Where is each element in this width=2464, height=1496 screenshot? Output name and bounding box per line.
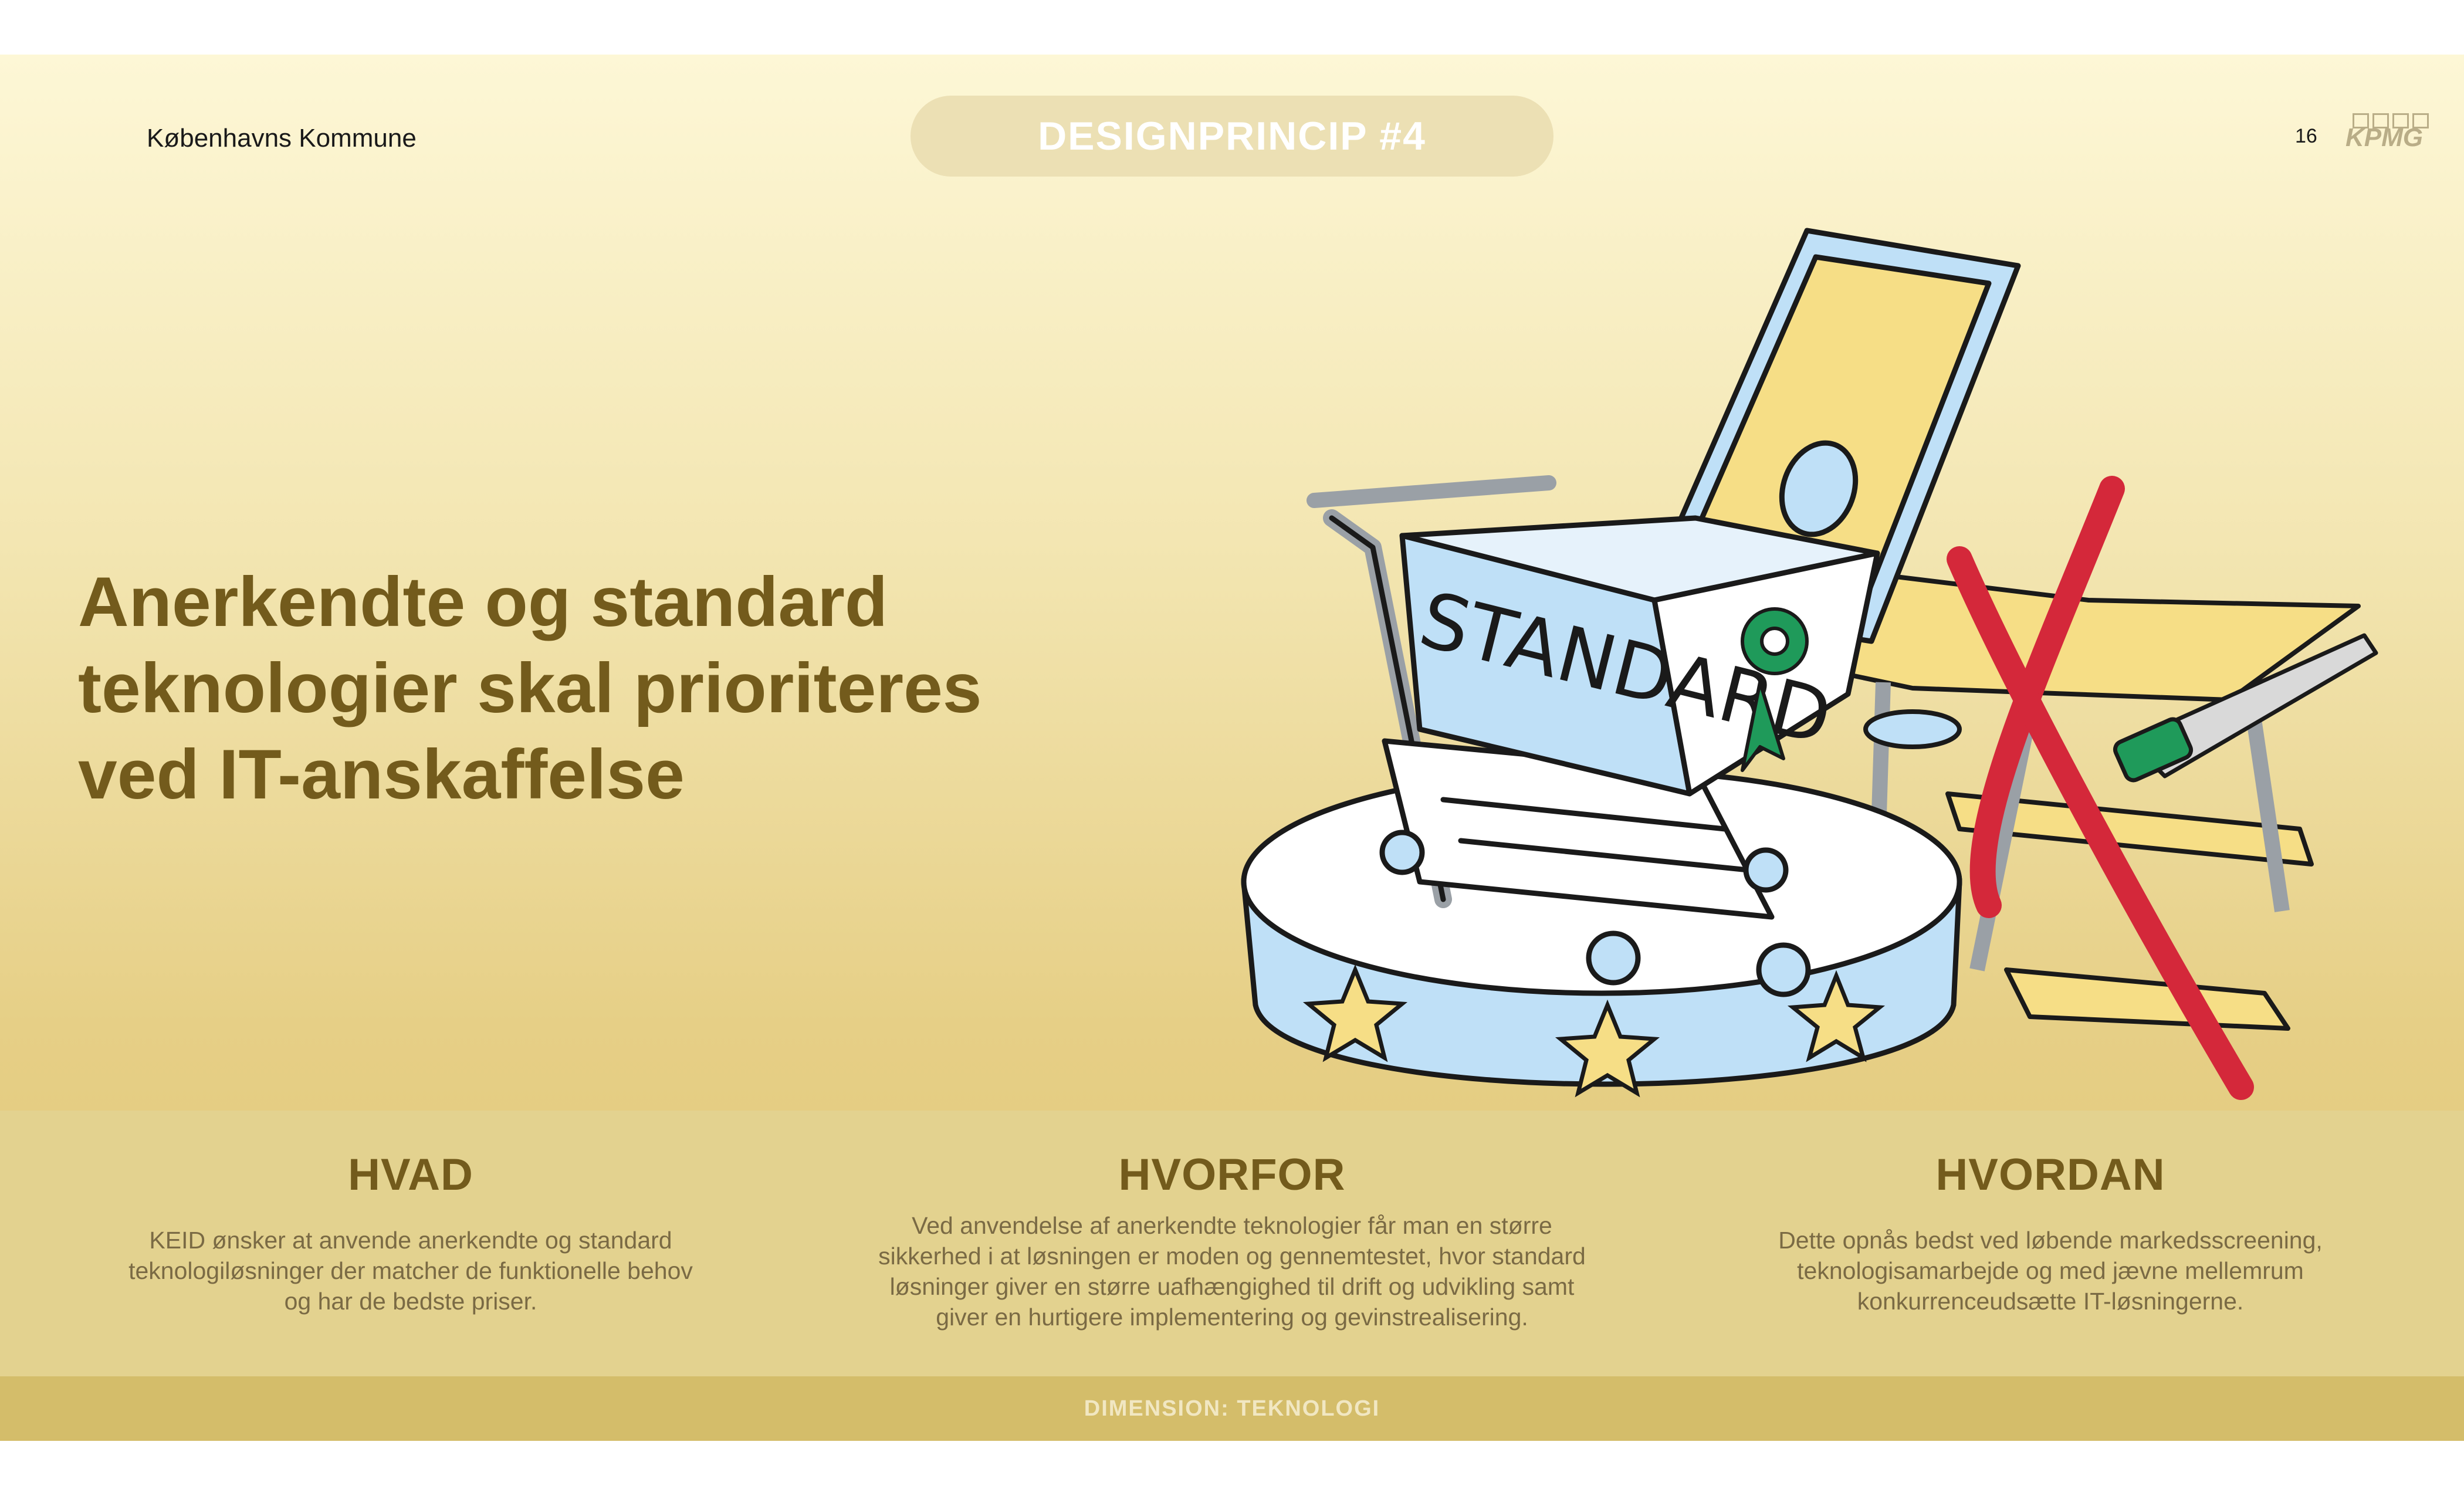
headline-line-3: ved IT-anskaffelse xyxy=(78,735,685,814)
headline-line-2: teknologier skal prioriteres xyxy=(78,649,982,727)
info-band: HVAD KEID ønsker at anvende anerkendte o… xyxy=(0,1111,2464,1376)
headline-line-1: Anerkendte og standard xyxy=(78,563,888,641)
column-text-line: giver en hurtigere implementering og gev… xyxy=(936,1304,1528,1331)
column-heading: HVORDAN xyxy=(1935,1150,2165,1200)
column-text-line: konkurrenceudsætte IT-løsningerne. xyxy=(1857,1288,2244,1315)
column-text-line: løsninger giver en større uafhængighed t… xyxy=(889,1273,1575,1300)
column-text-line: og har de bedste priser. xyxy=(284,1288,537,1315)
slide: Københavns Kommune DESIGNPRINCIP #4 16 K… xyxy=(0,55,2464,1441)
dimension-label: DIMENSION: TEKNOLOGI xyxy=(1084,1396,1380,1421)
column-text-line: teknologiløsninger der matcher de funkti… xyxy=(128,1257,693,1284)
headline: Anerkendte og standard teknologier skal … xyxy=(78,559,1193,818)
column-text-line: KEID ønsker at anvende anerkendte og sta… xyxy=(149,1227,672,1254)
column-text-line: Ved anvendelse af anerkendte teknologier… xyxy=(912,1212,1552,1239)
column-heading: HVORFOR xyxy=(1118,1150,1346,1200)
organization-name: Københavns Kommune xyxy=(147,124,417,153)
column-text-line: Dette opnås bedst ved løbende markedsscr… xyxy=(1778,1227,2323,1254)
column-text-line: teknologisamarbejde og med jævne mellemr… xyxy=(1797,1257,2304,1284)
column-hvad: HVAD KEID ønsker at anvende anerkendte o… xyxy=(82,1149,739,1316)
standard-cart-illustration: STANDARD xyxy=(1241,228,2378,1100)
dimension-footer: DIMENSION: TEKNOLOGI xyxy=(0,1376,2464,1441)
column-heading: HVAD xyxy=(348,1150,473,1200)
column-hvorfor: HVORFOR Ved anvendelse af anerkendte tek… xyxy=(810,1149,1654,1332)
column-text-line: sikkerhed i at løsningen er moden og gen… xyxy=(878,1243,1586,1270)
column-hvordan: HVORDAN Dette opnås bedst ved løbende ma… xyxy=(1713,1149,2388,1316)
